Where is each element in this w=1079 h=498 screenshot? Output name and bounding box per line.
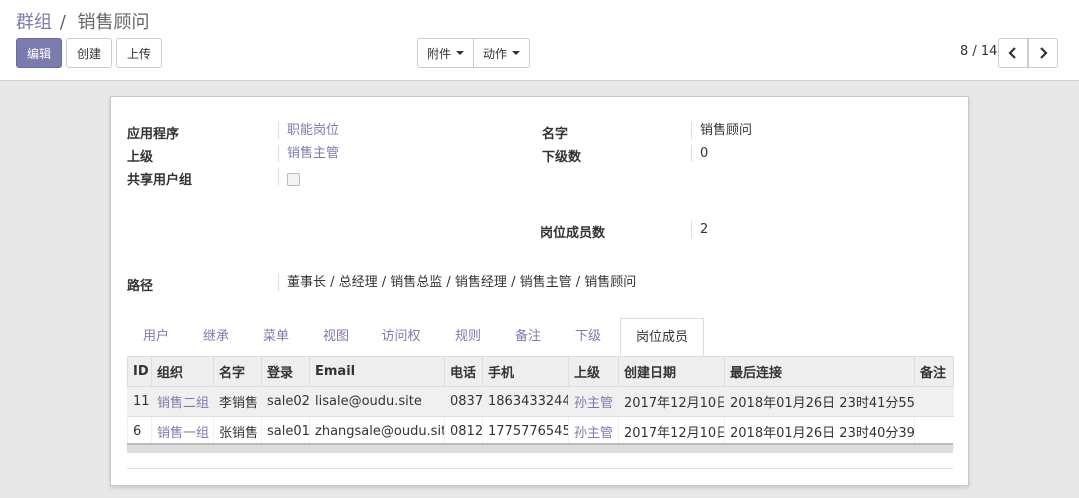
pager-previous-button[interactable]	[998, 38, 1028, 68]
table-row[interactable]: 11 销售二组 李销售 sale02 lisale@oudu.site 0837…	[127, 386, 954, 417]
cell-name: 张销售	[213, 416, 262, 447]
cell-name: 李销售	[213, 386, 262, 417]
path-label: 路径	[127, 279, 154, 294]
create-button[interactable]: 创建	[66, 38, 112, 68]
actions-dropdown[interactable]: 动作	[473, 38, 530, 68]
column-header[interactable]: 手机	[482, 356, 569, 387]
column-header[interactable]: 创建日期	[618, 356, 725, 387]
attachments-dropdown[interactable]: 附件	[417, 38, 474, 68]
tab-users[interactable]: 用户	[127, 318, 185, 356]
name-field[interactable]: 销售顾问	[691, 122, 752, 139]
cell-email: zhangsale@oudu.site	[309, 416, 445, 447]
tab-members[interactable]: 岗位成员	[620, 318, 704, 357]
cell-organization[interactable]: 销售二组	[151, 386, 214, 417]
tab-children[interactable]: 下级	[559, 318, 617, 356]
cell-id: 11	[127, 386, 152, 417]
column-header[interactable]: 上级	[568, 356, 619, 387]
shared-group-checkbox[interactable]	[287, 173, 300, 186]
application-field[interactable]: 职能岗位	[278, 122, 339, 139]
members-count-label: 岗位成员数	[540, 226, 606, 241]
form-sheet: 应用程序 职能岗位 上级 销售主管 共享用户组 名字 销售顾问 下级数 0 岗位…	[110, 96, 969, 486]
breadcrumb: 群组 / 销售顾问	[16, 8, 150, 34]
actions-label: 动作	[482, 46, 507, 61]
column-header[interactable]: 名字	[213, 356, 262, 387]
attachments-label: 附件	[426, 46, 451, 61]
cell-create-date: 2017年12月10日	[618, 416, 725, 447]
cell-phone: 0837	[444, 386, 483, 417]
chevron-right-icon	[1040, 47, 1048, 59]
cell-id: 6	[127, 416, 152, 447]
tab-access-rights[interactable]: 访问权	[369, 318, 433, 356]
cell-phone: 0812	[444, 416, 483, 447]
column-header[interactable]: ID	[127, 356, 152, 387]
cell-organization[interactable]: 销售一组	[151, 416, 214, 447]
breadcrumb-current: 销售顾问	[77, 12, 150, 33]
notebook-tabs: 用户 继承 菜单 视图 访问权 规则 备注 下级 岗位成员	[127, 318, 953, 357]
cell-login: sale02	[261, 386, 310, 417]
tab-inherit[interactable]: 继承	[187, 318, 245, 356]
children-count-field: 0	[691, 145, 708, 162]
cell-manager[interactable]: 孙主管	[568, 386, 619, 417]
path-field: 董事长 / 总经理 / 销售总监 / 销售经理 / 销售主管 / 销售顾问	[278, 274, 636, 291]
caret-down-icon	[456, 51, 464, 55]
cell-login: sale01	[261, 416, 310, 447]
edit-button[interactable]: 编辑	[16, 38, 62, 68]
table-row[interactable]: 6 销售一组 张销售 sale01 zhangsale@oudu.site 08…	[127, 416, 954, 447]
column-header[interactable]: 登录	[261, 356, 310, 387]
chevron-left-icon	[1008, 47, 1016, 59]
column-header[interactable]: Email	[309, 356, 445, 387]
cell-notes	[914, 416, 954, 447]
column-header[interactable]: 组织	[151, 356, 214, 387]
tab-notes[interactable]: 备注	[499, 318, 557, 356]
members-table: ID 组织 名字 登录 Email 电话 手机 上级 创建日期 最后连接 备注 …	[127, 356, 954, 447]
cell-notes	[914, 386, 954, 417]
cell-mobile: 18634332444	[482, 386, 569, 417]
application-label: 应用程序	[127, 127, 180, 142]
tab-rules[interactable]: 规则	[439, 318, 497, 356]
tab-menus[interactable]: 菜单	[247, 318, 305, 356]
name-label: 名字	[542, 127, 569, 142]
cell-manager[interactable]: 孙主管	[568, 416, 619, 447]
column-header[interactable]: 最后连接	[724, 356, 915, 387]
cell-mobile: 17757765453	[482, 416, 569, 447]
breadcrumb-parent-link[interactable]: 群组	[16, 12, 52, 33]
parent-field[interactable]: 销售主管	[278, 145, 339, 162]
parent-label: 上级	[127, 150, 154, 165]
upload-button[interactable]: 上传	[116, 38, 162, 68]
table-header-row: ID 组织 名字 登录 Email 电话 手机 上级 创建日期 最后连接 备注	[127, 356, 954, 387]
control-panel: 群组 / 销售顾问 编辑 创建 上传 附件 动作 8 / 14	[0, 0, 1079, 81]
pager-value[interactable]: 8 / 14	[960, 44, 997, 59]
table-horizontal-scrollbar[interactable]	[127, 443, 953, 453]
divider	[127, 468, 953, 469]
shared-group-label: 共享用户组	[127, 173, 193, 188]
pager-next-button[interactable]	[1028, 38, 1058, 68]
tab-views[interactable]: 视图	[307, 318, 365, 356]
caret-down-icon	[512, 51, 520, 55]
members-count-field: 2	[691, 221, 708, 238]
cell-email: lisale@oudu.site	[309, 386, 445, 417]
children-count-label: 下级数	[542, 150, 582, 165]
cell-create-date: 2017年12月10日	[618, 386, 725, 417]
cell-last-login: 2018年01月26日 23时41分55秒	[724, 386, 915, 417]
cell-last-login: 2018年01月26日 23时40分39秒	[724, 416, 915, 447]
column-header[interactable]: 备注	[914, 356, 954, 387]
breadcrumb-separator: /	[59, 12, 66, 33]
column-header[interactable]: 电话	[444, 356, 483, 387]
